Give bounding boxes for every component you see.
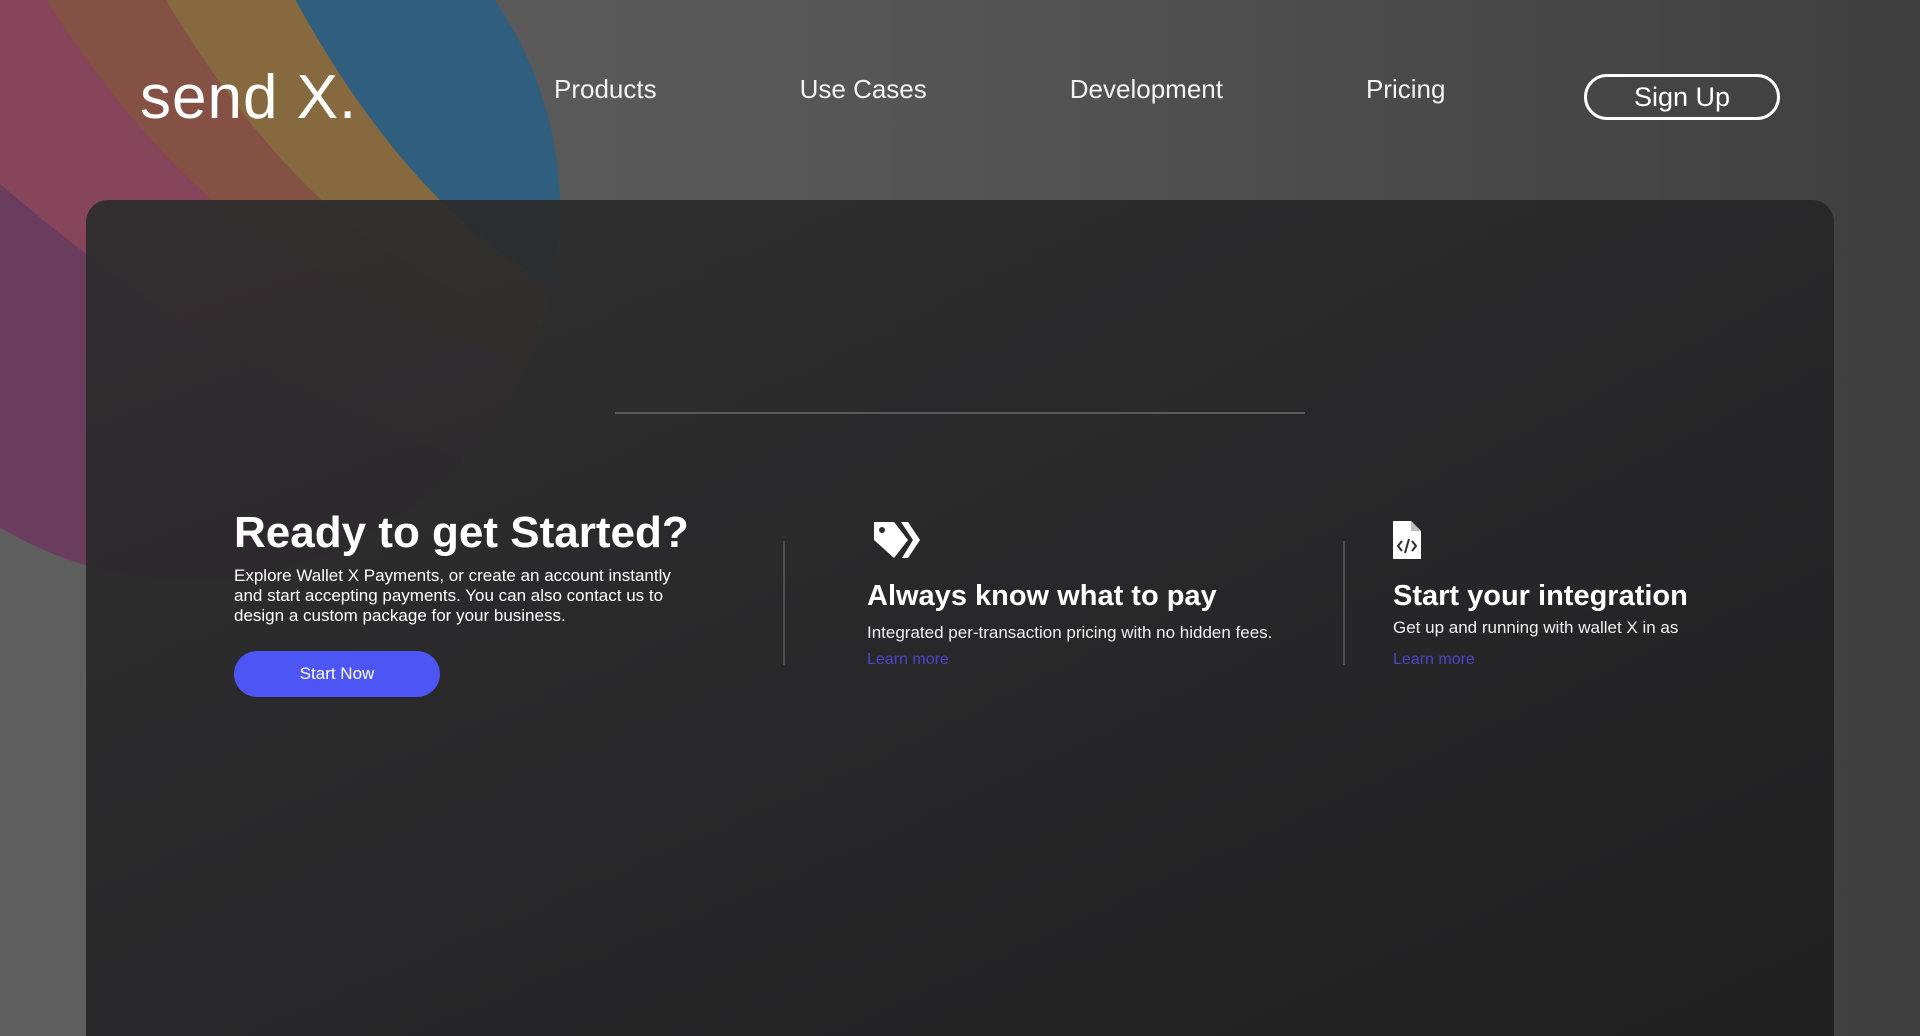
- feature-title-pricing: Always know what to pay: [867, 580, 1217, 612]
- divider-line: [615, 412, 1305, 414]
- nav-item-products[interactable]: Products: [554, 74, 657, 105]
- vertical-divider: [1343, 541, 1345, 665]
- learn-more-link-integration[interactable]: Learn more: [1393, 651, 1475, 669]
- nav-item-pricing[interactable]: Pricing: [1366, 74, 1445, 105]
- vertical-divider: [783, 541, 785, 665]
- main-nav: Products Use Cases Development Pricing: [554, 74, 1445, 105]
- learn-more-link-pricing[interactable]: Learn more: [867, 651, 949, 669]
- nav-item-development[interactable]: Development: [1070, 74, 1223, 105]
- logo[interactable]: send X.: [140, 62, 357, 133]
- feature-text-pricing: Integrated per-transaction pricing with …: [867, 623, 1273, 642]
- feature-title-integration: Start your integration: [1393, 580, 1688, 612]
- cta-title: Ready to get Started?: [234, 508, 689, 557]
- page: send X. Products Use Cases Development P…: [0, 0, 1920, 1036]
- cta-description: Explore Wallet X Payments, or create an …: [234, 566, 671, 625]
- nav-item-use-cases[interactable]: Use Cases: [800, 74, 927, 105]
- feature-text-integration: Get up and running with wallet X in as: [1393, 618, 1679, 637]
- sign-up-button[interactable]: Sign Up: [1584, 74, 1780, 120]
- code-file-icon: [1393, 521, 1421, 559]
- tags-icon: [874, 522, 920, 558]
- start-now-button[interactable]: Start Now: [234, 651, 440, 697]
